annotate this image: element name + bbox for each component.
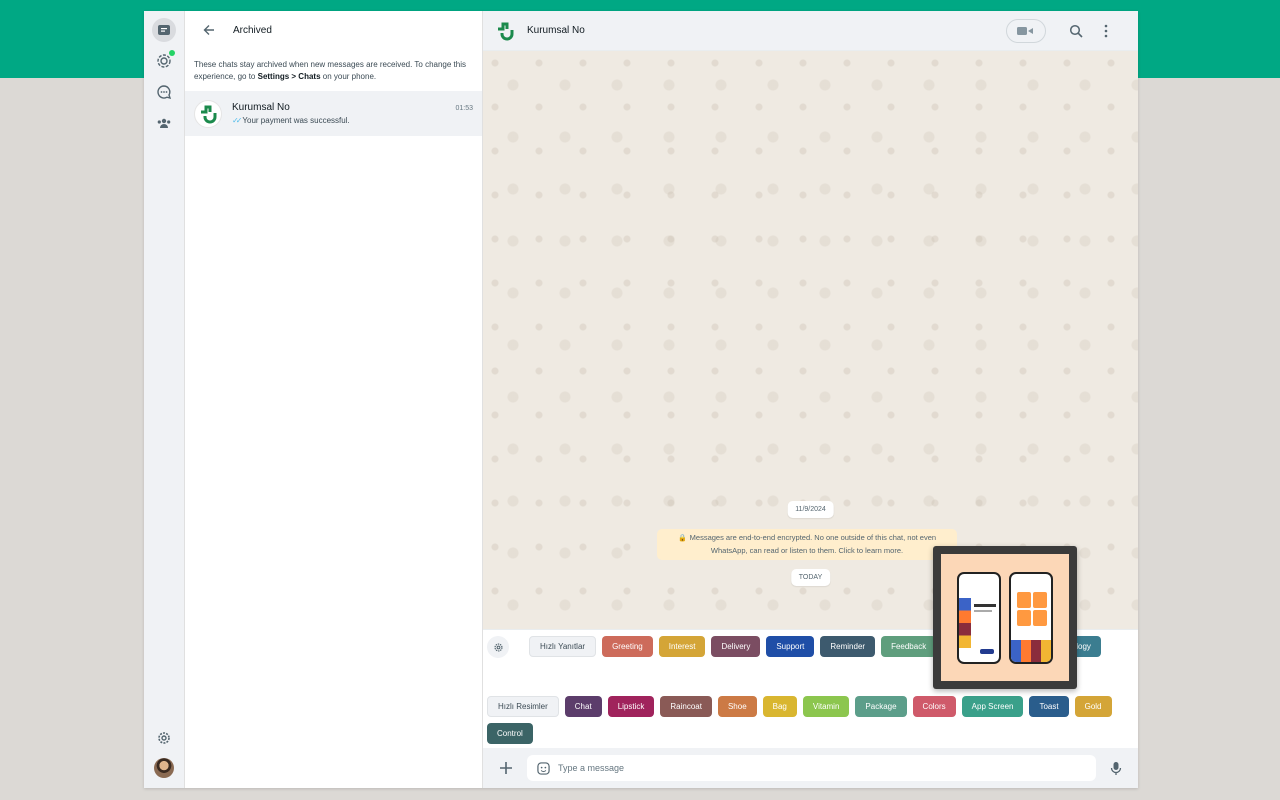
quick-reply-chip-support[interactable]: Support: [766, 636, 815, 657]
quick-image-chip-lipstick[interactable]: Lipstick: [607, 696, 655, 717]
contact-avatar: [194, 99, 222, 128]
date-divider: 11/9/2024: [787, 501, 834, 518]
sticker-icon[interactable]: [537, 761, 550, 775]
quick-replies-label: Hızlı Yanıtlar: [529, 636, 597, 657]
channels-icon[interactable]: [152, 80, 176, 104]
conversation-header[interactable]: Kurumsal No: [483, 11, 1138, 51]
app-screen-preview-image: [941, 554, 1069, 681]
quick-image-chip-control[interactable]: Control: [487, 723, 533, 744]
more-vertical-icon: [1104, 24, 1108, 38]
video-call-button[interactable]: [1006, 19, 1046, 43]
status-icon[interactable]: [152, 49, 176, 73]
profile-avatar[interactable]: [154, 758, 174, 778]
quick-image-chip-colors[interactable]: Colors: [912, 696, 956, 717]
chat-last-message: Your payment was successful.: [242, 116, 350, 125]
status-unread-dot: [169, 50, 175, 56]
notice-separator: >: [289, 72, 299, 81]
quick-reply-chip-greeting[interactable]: Greeting: [602, 636, 653, 657]
message-input[interactable]: [558, 763, 1096, 773]
quick-reply-chip-feedback[interactable]: Feedback: [881, 636, 937, 657]
quick-image-chip-shoe[interactable]: Shoe: [717, 696, 757, 717]
search-button[interactable]: [1068, 23, 1084, 39]
menu-button[interactable]: [1098, 23, 1114, 39]
image-preview-popup[interactable]: [933, 546, 1077, 689]
encryption-notice[interactable]: 🔒 Messages are end-to-end encrypted. No o…: [657, 529, 957, 560]
communities-icon[interactable]: [152, 111, 176, 135]
clinic-logo-icon: [201, 105, 217, 123]
phone-mockup-right: [1009, 571, 1053, 664]
extension-settings-button[interactable]: [487, 636, 509, 658]
quick-reply-chip-reminder[interactable]: Reminder: [820, 636, 876, 657]
archived-header: Archived: [185, 11, 482, 49]
microphone-icon: [1110, 761, 1122, 775]
settings-icon[interactable]: [152, 726, 176, 750]
encryption-text: Messages are end-to-end encrypted. No on…: [689, 533, 937, 555]
quick-reply-chip-delivery[interactable]: Delivery: [711, 636, 761, 657]
message-composer: [483, 748, 1138, 788]
quick-image-chip-gold[interactable]: Gold: [1074, 696, 1112, 717]
quick-reply-chip-interest[interactable]: Interest: [658, 636, 706, 657]
phone-mockup-left: [957, 571, 1001, 664]
message-area[interactable]: 11/9/2024 🔒 Messages are end-to-end encry…: [483, 51, 1138, 629]
read-ticks-icon: ✓✓: [232, 116, 243, 125]
quick-image-chip-bag[interactable]: Bag: [762, 696, 797, 717]
chat-name: Kurumsal No: [232, 102, 290, 113]
chat-time: 01:53: [455, 105, 473, 112]
nav-rail: [144, 11, 185, 788]
quick-image-chip-package[interactable]: Package: [855, 696, 907, 717]
quick-image-chip-toast[interactable]: Toast: [1029, 696, 1069, 717]
lock-icon: 🔒: [677, 535, 687, 542]
quick-image-chip-vitamin[interactable]: Vitamin: [802, 696, 850, 717]
back-arrow-icon[interactable]: [201, 22, 217, 38]
archived-title: Archived: [233, 24, 272, 36]
quick-image-chip-chat[interactable]: Chat: [564, 696, 602, 717]
quick-images-label: Hızlı Resimler: [487, 696, 559, 717]
contact-name: Kurumsal No: [527, 25, 585, 36]
today-divider: TODAY: [790, 569, 831, 586]
archived-notice: These chats stay archived when new messa…: [185, 49, 482, 91]
notice-settings: Settings: [257, 72, 290, 81]
message-input-box[interactable]: [527, 755, 1096, 781]
quick-images-row: Hızlı Resimler Chat Lipstick Raincoat Shoe B…: [487, 696, 1127, 744]
search-icon: [1069, 24, 1083, 38]
clinic-logo-icon: [498, 22, 514, 40]
chat-list-item[interactable]: Kurumsal No 01:53 ✓✓ Your payment was su…: [185, 91, 482, 136]
plus-icon: [500, 762, 512, 774]
video-camera-icon: [1017, 27, 1033, 35]
contact-avatar[interactable]: [495, 21, 515, 41]
voice-message-button[interactable]: [1108, 760, 1124, 776]
chats-icon[interactable]: [152, 18, 176, 42]
notice-text-end: on your phone.: [320, 72, 377, 81]
notice-chats: Chats: [298, 72, 321, 81]
archived-panel: Archived These chats stay archived when …: [185, 11, 483, 788]
attach-button[interactable]: [497, 759, 515, 777]
quick-image-chip-app-screen[interactable]: App Screen: [961, 696, 1024, 717]
gear-icon: [493, 642, 503, 652]
quick-image-chip-raincoat[interactable]: Raincoat: [660, 696, 712, 717]
